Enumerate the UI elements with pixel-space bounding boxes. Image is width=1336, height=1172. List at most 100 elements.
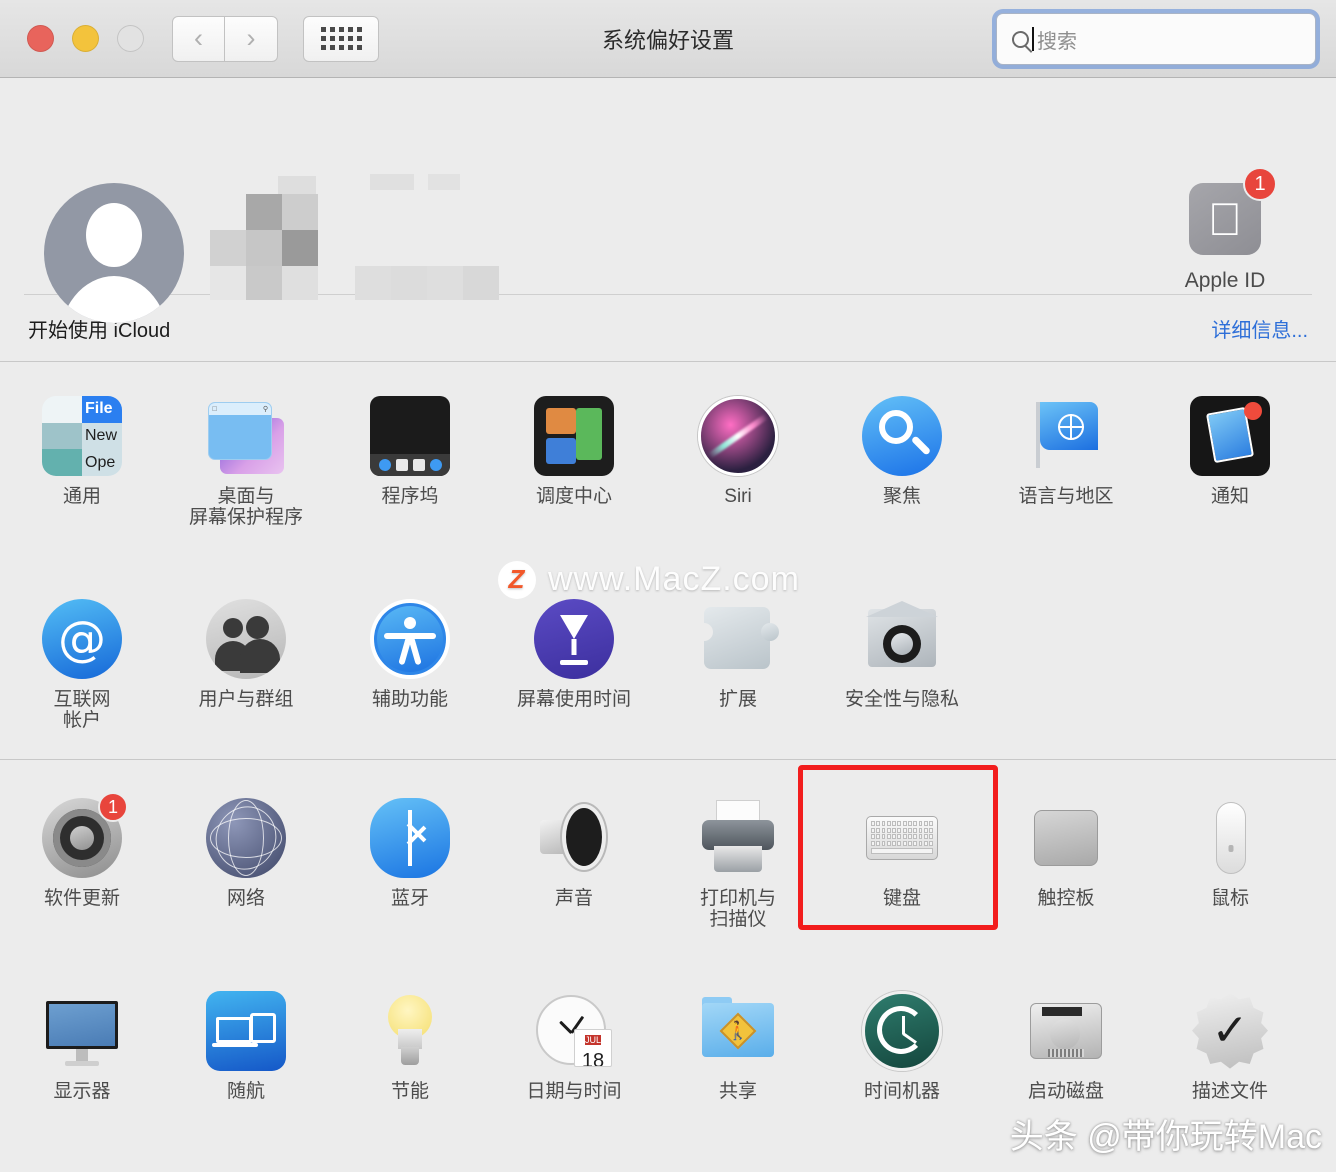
icloud-banner: 开始使用 iCloud 详细信息... [0, 295, 1336, 361]
system-preferences-window: ‹ › 系统偏好设置 搜索 1 Apple ID 开始使用 iCloud 详细信… [0, 0, 1336, 1172]
pref-item-date-time[interactable]: JUL 18 日期与时间 [492, 979, 656, 1102]
pref-item-label: Siri [724, 486, 752, 507]
pref-item-label: 用户与群组 [198, 688, 294, 710]
pref-row: File New Ope 通用 ⚲ 桌面与 屏幕保护程序 程序坞 [0, 384, 1336, 529]
search-placeholder: 搜索 [1037, 30, 1077, 53]
date-time-icon: JUL 18 [534, 991, 614, 1071]
sharing-icon: 🚶 [698, 991, 778, 1071]
search-container: 搜索 [996, 13, 1316, 65]
pref-item-label: 桌面与 屏幕保护程序 [188, 486, 303, 529]
pref-item-desktop-screensaver[interactable]: ⚲ 桌面与 屏幕保护程序 [164, 384, 328, 529]
pref-item-mouse[interactable]: 鼠标 [1148, 786, 1312, 931]
spotlight-icon [862, 396, 942, 476]
screen-time-icon [534, 598, 614, 679]
pref-item-label: 通知 [1210, 486, 1249, 507]
sound-icon [534, 798, 614, 878]
dock-icon [370, 396, 450, 476]
default-user-avatar-icon [86, 203, 142, 267]
pref-item-spotlight[interactable]: 聚焦 [820, 384, 984, 529]
pref-item-users-groups[interactable]: 用户与群组 [164, 587, 328, 732]
pref-item-label: 调度中心 [535, 486, 612, 507]
redacted-account-name [200, 174, 540, 301]
pref-item-label: 声音 [554, 888, 593, 910]
icloud-details-link[interactable]: 详细信息... [1211, 314, 1308, 343]
security-privacy-icon [862, 599, 942, 679]
preferences-section-hardware: 1 软件更新 网络 蓝牙 声音 打印机与 扫描仪 键盘 触控板 鼠标 显示器 随… [0, 760, 1336, 1108]
general-icon: File New Ope [42, 396, 122, 476]
pref-item-label: 程序坞 [381, 486, 439, 507]
pref-item-internet-accounts[interactable]: @ 互联网 帐户 [0, 587, 164, 732]
time-machine-icon [862, 990, 942, 1071]
pref-item-notifications[interactable]: 通知 [1148, 384, 1312, 529]
language-region-icon [1026, 396, 1106, 476]
pref-item-label: 时间机器 [863, 1080, 940, 1102]
pref-item-label: 启动磁盘 [1027, 1080, 1104, 1102]
pref-item-network[interactable]: 网络 [164, 786, 328, 931]
startup-disk-icon [1026, 991, 1106, 1071]
apple-id-label: Apple ID [1184, 269, 1266, 292]
pref-item-label: 鼠标 [1210, 888, 1249, 910]
apple-id-item[interactable]:  1 Apple ID [1160, 167, 1290, 293]
pref-item-keyboard[interactable]: 键盘 [798, 765, 998, 931]
pref-item-label: 网络 [226, 888, 265, 910]
mission-control-icon [534, 396, 614, 476]
avatar[interactable] [44, 183, 184, 323]
pref-item-sound[interactable]: 声音 [492, 786, 656, 931]
pref-item-profiles[interactable]: 描述文件 [1148, 979, 1312, 1102]
account-banner:  1 Apple ID [0, 78, 1336, 323]
pref-item-security-privacy[interactable]: 安全性与隐私 [820, 587, 984, 732]
pref-item-screen-time[interactable]: 屏幕使用时间 [492, 587, 656, 732]
bluetooth-icon [370, 798, 450, 879]
pref-item-mission-control[interactable]: 调度中心 [492, 384, 656, 529]
pref-item-label: 语言与地区 [1018, 486, 1114, 507]
pref-item-startup-disk[interactable]: 启动磁盘 [984, 979, 1148, 1102]
search-input[interactable]: 搜索 [996, 13, 1316, 65]
watermark-bottom: 头条 @带你玩转Mac [1009, 1118, 1322, 1156]
apple-logo-icon:  1 [1189, 167, 1277, 255]
title-bar: ‹ › 系统偏好设置 搜索 [0, 0, 1336, 78]
pref-item-software-update[interactable]: 1 软件更新 [0, 786, 164, 931]
energy-saver-icon [370, 991, 450, 1071]
pref-item-language-region[interactable]: 语言与地区 [984, 384, 1148, 529]
profiles-icon [1190, 991, 1270, 1071]
preferences-section-personal: File New Ope 通用 ⚲ 桌面与 屏幕保护程序 程序坞 [0, 362, 1336, 737]
text-caret [1032, 27, 1034, 51]
pref-item-label: 辅助功能 [371, 688, 448, 710]
notifications-icon [1190, 396, 1270, 476]
keyboard-icon [862, 798, 942, 878]
pref-item-dock[interactable]: 程序坞 [328, 384, 492, 529]
pref-item-label: 共享 [718, 1080, 757, 1102]
network-icon [206, 798, 286, 879]
software-update-icon: 1 [42, 792, 128, 879]
pref-item-printers-scanners[interactable]: 打印机与 扫描仪 [656, 786, 820, 931]
pref-item-siri[interactable]: Siri [656, 384, 820, 529]
users-groups-icon [206, 598, 286, 679]
pref-item-label: 日期与时间 [526, 1080, 622, 1102]
pref-item-label: 显示器 [53, 1080, 111, 1102]
pref-item-general[interactable]: File New Ope 通用 [0, 384, 164, 529]
pref-item-label: 屏幕使用时间 [516, 688, 631, 710]
desktop-screensaver-icon: ⚲ [206, 396, 286, 476]
pref-item-extensions[interactable]: 扩展 [656, 587, 820, 732]
trackpad-icon [1026, 798, 1106, 878]
pref-item-trackpad[interactable]: 触控板 [984, 786, 1148, 931]
pref-item-label: 键盘 [882, 888, 921, 910]
pref-item-label: 描述文件 [1191, 1080, 1268, 1102]
pref-item-sharing[interactable]: 🚶 共享 [656, 979, 820, 1102]
extensions-icon [695, 599, 779, 679]
pref-item-displays[interactable]: 显示器 [0, 979, 164, 1102]
pref-item-time-machine[interactable]: 时间机器 [820, 979, 984, 1102]
software-update-badge: 1 [98, 792, 128, 823]
pref-row: @ 互联网 帐户 用户与群组 辅助功能 屏幕使用时间 扩展 安全性与隐私 [0, 587, 1336, 732]
printers-scanners-icon [698, 798, 778, 878]
pref-item-bluetooth[interactable]: 蓝牙 [328, 786, 492, 931]
pref-item-label: 软件更新 [43, 888, 120, 910]
mouse-icon [1190, 798, 1270, 878]
pref-item-label: 安全性与隐私 [844, 688, 959, 710]
pref-item-label: 触控板 [1037, 888, 1095, 910]
pref-item-label: 互联网 帐户 [53, 688, 111, 731]
pref-item-energy-saver[interactable]: 节能 [328, 979, 492, 1102]
pref-item-label: 打印机与 扫描仪 [699, 888, 776, 931]
pref-item-accessibility[interactable]: 辅助功能 [328, 587, 492, 732]
pref-item-sidecar[interactable]: 随航 [164, 979, 328, 1102]
